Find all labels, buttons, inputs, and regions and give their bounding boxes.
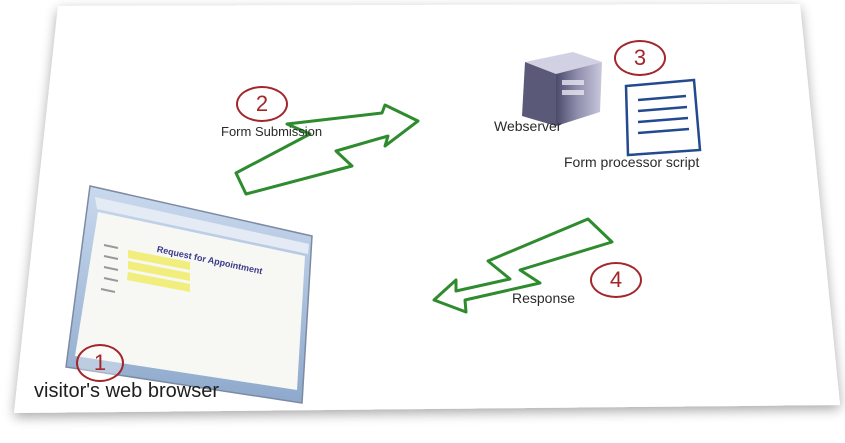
step-3-badge: 3 [614, 40, 666, 76]
document-page [624, 78, 702, 157]
response-label: Response [512, 290, 576, 306]
diagram: Request for Appointment 1 2 3 4 visitor'… [0, 0, 845, 443]
document-icon [624, 78, 702, 157]
server-label: Webserver [494, 118, 562, 134]
server-drive-bay [562, 80, 584, 85]
submission-label: Form Submission [221, 124, 323, 139]
paper-card [14, 4, 840, 413]
server-drive-bay [562, 90, 584, 95]
step-1-badge: 1 [76, 344, 124, 382]
step-2-badge: 2 [236, 86, 288, 122]
script-label: Form processor script [564, 154, 700, 170]
browser-label: visitor's web browser [34, 380, 219, 402]
server-tower-icon [522, 52, 602, 126]
step-4-badge: 4 [590, 262, 642, 298]
